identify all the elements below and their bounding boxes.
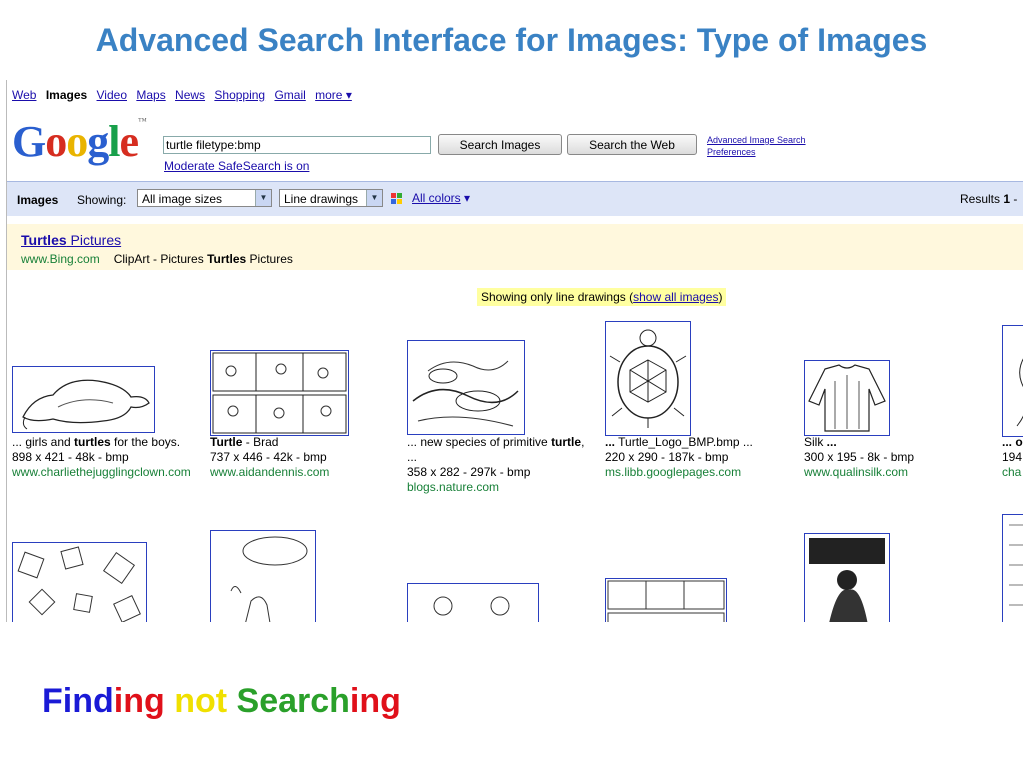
nav-web[interactable]: Web bbox=[12, 88, 36, 102]
result-site: www.charliethejugglingclown.com bbox=[12, 465, 191, 479]
nav-images[interactable]: Images bbox=[46, 88, 87, 102]
result-title-link[interactable]: Turtle - Brad bbox=[210, 435, 329, 450]
thumbnail-sketch-figures[interactable] bbox=[210, 530, 316, 622]
result-site: www.aidandennis.com bbox=[210, 465, 330, 479]
advanced-image-search-link[interactable]: Advanced Image Search bbox=[707, 134, 806, 146]
result-site: cha bbox=[1002, 465, 1022, 479]
nav-video[interactable]: Video bbox=[97, 88, 127, 102]
thumbnail-girls-turtles[interactable] bbox=[12, 366, 155, 433]
result-title-link[interactable]: Silk ... bbox=[804, 435, 914, 450]
slide-title: Advanced Search Interface for Images: Ty… bbox=[95, 22, 928, 58]
chevron-down-icon: ▾ bbox=[464, 191, 471, 205]
showing-label: Showing: bbox=[77, 193, 127, 207]
chevron-down-icon: ▼ bbox=[255, 190, 271, 206]
nav-gmail[interactable]: Gmail bbox=[274, 88, 305, 102]
nav-news[interactable]: News bbox=[175, 88, 205, 102]
safesearch-link[interactable]: Moderate SafeSearch is on bbox=[164, 159, 309, 173]
sponsored-ad: Turtles Pictures www.Bing.com ClipArt - P… bbox=[7, 224, 1023, 270]
top-nav: Web Images Video Maps News Shopping Gmai… bbox=[12, 88, 358, 102]
advanced-links: Advanced Image Search Preferences bbox=[707, 134, 806, 158]
thumbnail-silk-sweater[interactable] bbox=[804, 360, 890, 436]
search-web-button[interactable]: Search the Web bbox=[567, 134, 697, 155]
result-caption: ... girls and turtles for the boys. 898 … bbox=[12, 435, 191, 479]
filter-bar: Images Showing: All image sizes ▼ Line d… bbox=[7, 181, 1023, 216]
nav-maps[interactable]: Maps bbox=[136, 88, 165, 102]
thumbnail-primitive-turtle[interactable] bbox=[407, 340, 525, 435]
preferences-link[interactable]: Preferences bbox=[707, 146, 806, 158]
nav-more[interactable]: more ▾ bbox=[315, 88, 352, 102]
ad-title-link[interactable]: Turtles Pictures bbox=[21, 232, 121, 248]
google-logo[interactable]: Google™ bbox=[12, 116, 147, 167]
tagline: Finding not Searching bbox=[42, 682, 401, 720]
chevron-down-icon: ▼ bbox=[366, 190, 382, 206]
result-caption: Silk ... 300 x 195 - 8k - bmp www.qualin… bbox=[804, 435, 915, 479]
browser-screenshot: Web Images Video Maps News Shopping Gmai… bbox=[6, 80, 1023, 622]
image-type-select[interactable]: Line drawings ▼ bbox=[279, 189, 383, 207]
show-all-images-link[interactable]: show all images bbox=[633, 290, 718, 304]
result-title-link[interactable]: ... Turtle_Logo_BMP.bmp ... bbox=[605, 435, 753, 450]
result-site: ms.libb.googlepages.com bbox=[605, 465, 742, 479]
result-caption: ... o 194 cha bbox=[1002, 435, 1023, 479]
thumbnail-figures-row[interactable] bbox=[407, 583, 539, 622]
thumbnail-comic-strip[interactable] bbox=[605, 578, 727, 622]
ad-url: www.Bing.com bbox=[21, 252, 100, 266]
thumbnail-turtle-logo[interactable] bbox=[605, 321, 691, 436]
result-site: blogs.nature.com bbox=[407, 480, 500, 494]
result-caption: Turtle - Brad 737 x 446 - 42k - bmp www.… bbox=[210, 435, 330, 479]
result-title-link[interactable]: ... new species of primitive turtle, bbox=[407, 435, 584, 450]
images-section-label: Images bbox=[17, 193, 59, 207]
thumbnail-partial-right-2[interactable] bbox=[1002, 514, 1023, 622]
colors-grid-icon bbox=[391, 193, 403, 205]
all-colors-dropdown[interactable]: All colors ▾ bbox=[412, 191, 470, 205]
results-count: Results 1 - bbox=[960, 192, 1018, 206]
thumbnail-turtle-brad-comic[interactable] bbox=[210, 350, 349, 436]
result-caption: ... Turtle_Logo_BMP.bmp ... 220 x 290 - … bbox=[605, 435, 753, 479]
thumbnail-partial-right[interactable] bbox=[1002, 325, 1023, 437]
result-title-link[interactable]: ... girls and turtles for the boys. bbox=[12, 435, 191, 450]
result-site: www.qualinsilk.com bbox=[804, 465, 909, 479]
thumbnail-poster[interactable] bbox=[804, 533, 890, 622]
ad-description: www.Bing.com ClipArt - Pictures Turtles P… bbox=[21, 252, 293, 266]
thumbnail-squares[interactable] bbox=[12, 542, 147, 622]
image-size-select[interactable]: All image sizes ▼ bbox=[137, 189, 272, 207]
nav-shopping[interactable]: Shopping bbox=[214, 88, 265, 102]
search-input[interactable] bbox=[163, 136, 431, 154]
line-drawing-notice: Showing only line drawings (show all ima… bbox=[477, 288, 727, 306]
result-caption: ... new species of primitive turtle, ...… bbox=[407, 435, 585, 494]
search-images-button[interactable]: Search Images bbox=[438, 134, 562, 155]
result-title-link[interactable]: ... o bbox=[1002, 435, 1023, 450]
